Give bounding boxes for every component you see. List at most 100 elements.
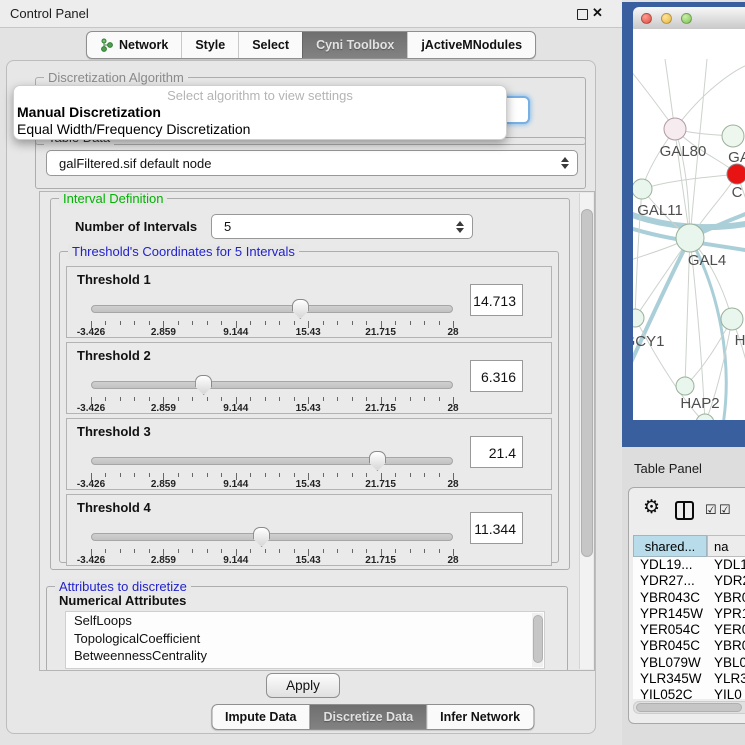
interval-definition-title: Interval Definition (59, 191, 167, 206)
network-node (664, 118, 686, 140)
network-edge (675, 65, 745, 129)
table-row[interactable]: YER054CYER0 (633, 622, 745, 638)
slider-track[interactable] (91, 457, 453, 465)
close-traffic-light-icon[interactable] (641, 13, 652, 24)
numerical-attributes-list[interactable]: SelfLoopsTopologicalCoefficientBetweenne… (65, 611, 545, 669)
threshold-value-field[interactable]: 14.713 (470, 284, 523, 316)
table-cell: YBR0 (707, 638, 745, 654)
minimize-traffic-light-icon[interactable] (661, 13, 672, 24)
number-of-intervals-value: 5 (224, 219, 231, 234)
settings-scroll-area: Interval Definition Number of Intervals … (39, 191, 595, 671)
slider-thumb-icon[interactable] (369, 451, 386, 471)
network-window-titlebar[interactable] (633, 7, 745, 30)
tab-select[interactable]: Select (238, 32, 302, 58)
table-horizontal-scrollbar[interactable] (633, 701, 745, 714)
number-of-intervals-combobox[interactable]: 5 (211, 214, 473, 239)
checkbox-icon[interactable]: ☑ (719, 502, 731, 518)
tab-jactivemnodules[interactable]: jActiveMNodules (407, 32, 535, 58)
checkbox-icon[interactable]: ☑ (705, 502, 717, 518)
network-node-label: GAL11 (637, 202, 683, 219)
threshold-slider[interactable]: -3.4262.8599.14415.4321.71528 (91, 449, 453, 487)
tab-impute-data[interactable]: Impute Data (212, 705, 310, 729)
network-node-label: GA (728, 149, 745, 166)
slider-track[interactable] (91, 381, 453, 389)
threshold-list: Threshold 1 -3.4262.8599.14415.4321.7152… (60, 266, 558, 566)
number-of-intervals-label: Number of Intervals (75, 219, 197, 234)
threshold-value-field[interactable]: 6.316 (470, 360, 523, 392)
combo-spinner-icon (561, 157, 569, 169)
network-node (633, 179, 652, 199)
table-row[interactable]: YBL079WYBL0 (633, 655, 745, 671)
attributes-list-scrollbar[interactable] (532, 613, 543, 667)
tab-style[interactable]: Style (181, 32, 238, 58)
slider-thumb-icon[interactable] (253, 527, 270, 547)
slider-track[interactable] (91, 305, 453, 313)
dropdown-option-equal-width-frequency[interactable]: Equal Width/Frequency Discretization (14, 121, 506, 138)
table-row[interactable]: YDL19...YDL1 (633, 557, 745, 573)
threshold-panel: Threshold 3 -3.4262.8599.14415.4321.7152… (66, 418, 552, 490)
control-panel-titlebar: Control Panel ✕ (0, 0, 622, 28)
table-panel-container: ⚙ ☑ ☑ shared... na YDL19...YDL1YDR27...Y… (628, 487, 745, 724)
algorithm-dropdown-placeholder: Select algorithm to view settings (14, 87, 506, 104)
table-cell: YBL0 (707, 655, 745, 671)
table-row[interactable]: YIL052CYIL0 (633, 687, 745, 699)
table-row[interactable]: YDR27...YDR2 (633, 573, 745, 589)
thresholds-group-title: Threshold's Coordinates for 5 Intervals (68, 244, 299, 259)
network-canvas[interactable]: GAL80GACGAL11GAL4GCY1HHAP2 (633, 29, 745, 420)
gear-icon[interactable]: ⚙ (643, 497, 660, 519)
table-data-selected-value: galFiltered.sif default node (59, 156, 211, 171)
table-cell: YDR27... (633, 573, 707, 589)
tab-network-label: Network (119, 38, 168, 52)
threshold-panel: Threshold 2 -3.4262.8599.14415.4321.7152… (66, 342, 552, 414)
attribute-list-item[interactable]: BetweennessCentrality (66, 647, 544, 665)
network-node-label: GCY1 (633, 333, 664, 350)
float-window-icon[interactable] (577, 9, 588, 20)
table-row[interactable]: YLR345WYLR3 (633, 671, 745, 687)
network-icon (100, 38, 113, 52)
column-selector-icon[interactable] (675, 501, 694, 520)
threshold-slider[interactable]: -3.4262.8599.14415.4321.71528 (91, 297, 453, 335)
slider-thumb-icon[interactable] (292, 299, 309, 319)
threshold-slider[interactable]: -3.4262.8599.14415.4321.71528 (91, 525, 453, 563)
network-node (633, 309, 644, 327)
thresholds-group: Threshold's Coordinates for 5 Intervals … (59, 251, 559, 563)
table-data-combobox[interactable]: galFiltered.sif default node (46, 150, 578, 176)
tab-infer-network[interactable]: Infer Network (426, 705, 533, 729)
table-cell: YLR3 (707, 671, 745, 687)
threshold-value-field[interactable]: 21.4 (470, 436, 523, 468)
table-row[interactable]: YPR145WYPR1 (633, 606, 745, 622)
table-cell: YER054C (633, 622, 707, 638)
apply-button[interactable]: Apply (266, 673, 340, 698)
table-cell: YBL079W (633, 655, 707, 671)
control-panel-title: Control Panel (10, 6, 89, 21)
threshold-value-field[interactable]: 11.344 (470, 512, 523, 544)
table-body[interactable]: YDL19...YDL1YDR27...YDR2YBR043CYBR0YPR14… (633, 557, 745, 699)
slider-track[interactable] (91, 533, 453, 541)
table-row[interactable]: YBR043CYBR0 (633, 590, 745, 606)
network-graph: GAL80GACGAL11GAL4GCY1HHAP2 (633, 29, 745, 420)
cyni-bottom-tab-bar: Impute Data Discretize Data Infer Networ… (211, 704, 534, 730)
combo-spinner-icon (456, 221, 464, 233)
attribute-list-item[interactable]: SelfLoops (66, 612, 544, 630)
table-data-group: Table Data galFiltered.sif default node (35, 137, 586, 189)
threshold-slider[interactable]: -3.4262.8599.14415.4321.71528 (91, 373, 453, 411)
settings-vertical-scrollbar[interactable] (579, 193, 593, 669)
column-header-name[interactable]: na (707, 535, 745, 557)
network-node (676, 377, 694, 395)
column-header-shared-name[interactable]: shared... (633, 535, 707, 557)
close-icon[interactable]: ✕ (592, 5, 603, 21)
table-cell: YBR045C (633, 638, 707, 654)
network-node-label: HAP2 (680, 395, 719, 412)
attribute-list-item[interactable]: TopologicalCoefficient (66, 630, 544, 648)
tab-network[interactable]: Network (87, 32, 181, 58)
slider-thumb-icon[interactable] (195, 375, 212, 395)
dropdown-option-manual-discretization[interactable]: Manual Discretization (14, 104, 506, 121)
tab-cyni-toolbox[interactable]: Cyni Toolbox (302, 32, 407, 58)
network-view-window: GAL80GACGAL11GAL4GCY1HHAP2 (622, 2, 745, 447)
interval-definition-group: Interval Definition Number of Intervals … (50, 198, 570, 570)
network-node (727, 164, 745, 184)
network-node-label: C (732, 184, 743, 201)
zoom-traffic-light-icon[interactable] (681, 13, 692, 24)
tab-discretize-data[interactable]: Discretize Data (310, 705, 427, 729)
table-row[interactable]: YBR045CYBR0 (633, 638, 745, 654)
